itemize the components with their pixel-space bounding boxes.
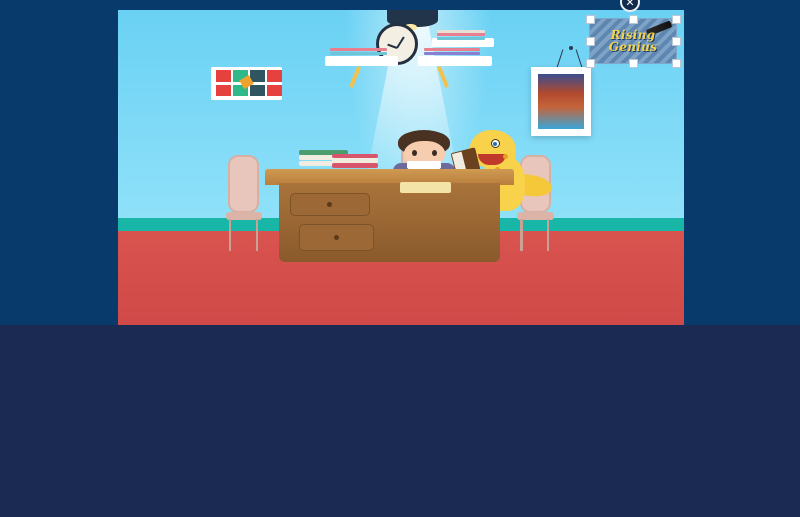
dino-pupil (493, 141, 498, 146)
book-icon (330, 48, 387, 52)
wall-shelf-right (417, 55, 492, 67)
drawer-knob (326, 202, 332, 208)
book-icon (436, 37, 485, 41)
picture-nail (568, 46, 573, 51)
book-icon (331, 163, 378, 168)
tile (249, 84, 266, 97)
timeline: 00:08.5 (0, 325, 800, 435)
book-icon (423, 48, 481, 52)
preview-stage: Rising Genius ✕ (0, 0, 800, 325)
book-icon (423, 52, 481, 56)
drawer-knob (333, 235, 339, 241)
chair-left (225, 154, 263, 252)
bottom-toolbar: Preview 5s Save (0, 440, 800, 517)
dino-spot (502, 154, 508, 160)
desk-body (279, 183, 501, 262)
tile (215, 69, 232, 82)
desk-book-stack (299, 150, 378, 169)
chair-leg (228, 219, 232, 252)
resize-handle-s[interactable] (629, 59, 638, 68)
resize-handle-w[interactable] (586, 37, 595, 46)
video-editor-app: Rising Genius ✕ 00:08.5 (0, 0, 800, 517)
resize-handle-e[interactable] (672, 37, 681, 46)
book-icon (330, 52, 387, 56)
selected-logo-element[interactable]: Rising Genius (589, 18, 677, 64)
tile (266, 84, 283, 97)
wall-picture-frame (531, 66, 591, 136)
wall-picture-image (538, 73, 584, 129)
video-preview-canvas[interactable]: Rising Genius (118, 10, 684, 325)
logo-line-2: Genius (608, 40, 658, 54)
tile (266, 69, 283, 82)
resize-handle-ne[interactable] (672, 15, 681, 24)
chair-leg (547, 219, 550, 252)
resize-handle-sw[interactable] (586, 59, 595, 68)
resize-handle-nw[interactable] (586, 15, 595, 24)
book-icon (331, 158, 378, 163)
resize-handle-se[interactable] (672, 59, 681, 68)
chair-leg (255, 219, 258, 252)
wall-rack (211, 66, 283, 100)
book-icon (436, 33, 485, 37)
tile (215, 84, 232, 97)
desk-paper (399, 181, 451, 193)
wall-shelf-left (324, 55, 399, 67)
desk-drawer (290, 192, 370, 217)
logo-text: Rising Genius (590, 19, 676, 63)
resize-handle-n[interactable] (629, 15, 638, 24)
chair-back (228, 154, 260, 214)
desk-drawer (299, 224, 375, 251)
book-icon (436, 29, 485, 33)
book-icon (331, 153, 378, 159)
